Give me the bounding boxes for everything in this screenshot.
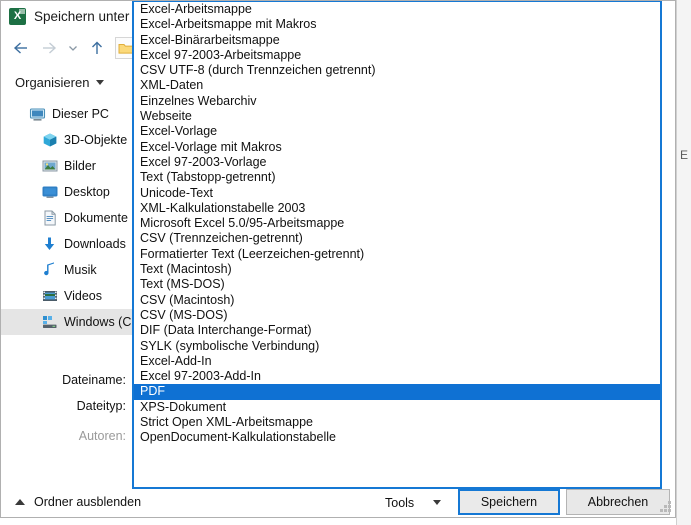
resize-grip[interactable] (659, 501, 672, 514)
filetype-option[interactable]: Excel-Binärarbeitsmappe (134, 33, 660, 48)
chevron-down-icon (433, 500, 441, 505)
filetype-option[interactable]: CSV (Macintosh) (134, 293, 660, 308)
filetype-option[interactable]: OpenDocument-Kalkulationstabelle (134, 430, 660, 445)
organize-label: Organisieren (15, 74, 90, 90)
tools-label: Tools (385, 495, 415, 510)
forward-arrow-icon[interactable] (35, 35, 63, 61)
download-icon (41, 236, 58, 253)
filetype-option[interactable]: Excel-Arbeitsmappe (134, 2, 660, 17)
background-window-sliver: E (676, 0, 691, 525)
document-icon (41, 210, 58, 227)
sidebar-item-label: Musik (64, 262, 97, 277)
filetype-option[interactable]: XML-Daten (134, 78, 660, 93)
filetype-option[interactable]: Einzelnes Webarchiv (134, 94, 660, 109)
filetype-option[interactable]: CSV UTF-8 (durch Trennzeichen getrennt) (134, 63, 660, 78)
sidebar-item-windows-c[interactable]: Windows (C:) (1, 309, 139, 335)
file-form: Dateiname: Dateityp: Autoren: (1, 367, 132, 443)
filetype-option[interactable]: Excel 97-2003-Add-In (134, 369, 660, 384)
desktop-icon (41, 184, 58, 201)
save-button-label: Speichern (480, 495, 538, 509)
music-note-icon (41, 262, 58, 279)
picture-icon (41, 158, 58, 175)
dialog-footer: Ordner ausblenden Tools Speichern Abbrec… (1, 485, 675, 517)
chevron-up-icon (15, 499, 25, 505)
save-button[interactable]: Speichern (458, 489, 560, 515)
organize-button[interactable]: Organisieren (15, 74, 105, 90)
filetype-option-selected[interactable]: PDF (134, 384, 660, 400)
filetype-option[interactable]: Webseite (134, 109, 660, 124)
filetype-option[interactable]: Excel 97-2003-Vorlage (134, 155, 660, 170)
sidebar-item-3d-objekte[interactable]: 3D-Objekte (1, 127, 132, 153)
sidebar-item-label: Downloads (64, 236, 126, 251)
cancel-button[interactable]: Abbrechen (566, 489, 670, 515)
filename-label: Dateiname: (62, 373, 126, 387)
authors-label: Autoren: (78, 429, 126, 443)
filetype-option[interactable]: Text (Macintosh) (134, 262, 660, 277)
chevron-down-icon[interactable] (63, 35, 83, 61)
filetype-label: Dateityp: (76, 399, 126, 413)
filetype-option[interactable]: CSV (MS-DOS) (134, 308, 660, 323)
sidebar-item-label: Desktop (64, 184, 110, 199)
filetype-option[interactable]: Excel-Vorlage (134, 124, 660, 139)
save-as-dialog: Speichern unter (0, 0, 676, 518)
sidebar-item-dokumente[interactable]: Dokumente (1, 205, 132, 231)
sidebar-item-label: Windows (C:) (64, 314, 140, 329)
tools-button[interactable]: Tools (377, 491, 449, 514)
sidebar-item-label: Dokumente (64, 210, 128, 225)
filetype-option[interactable]: Excel-Add-In (134, 354, 660, 369)
monitor-icon (29, 106, 46, 123)
up-arrow-icon[interactable] (83, 35, 111, 61)
sidebar-item-downloads[interactable]: Downloads (1, 231, 132, 257)
background-window-glyph: E (680, 148, 689, 162)
filetype-option[interactable]: CSV (Trennzeichen-getrennt) (134, 231, 660, 246)
filetype-dropdown-list[interactable]: Excel-Arbeitsmappe Excel-Arbeitsmappe mit… (132, 1, 662, 489)
chevron-down-icon (96, 79, 105, 85)
sidebar-item-musik[interactable]: Musik (1, 257, 132, 283)
filetype-option[interactable]: Microsoft Excel 5.0/95-Arbeitsmappe (134, 216, 660, 231)
sidebar-item-label: Videos (64, 288, 102, 303)
filetype-option[interactable]: Strict Open XML-Arbeitsmappe (134, 415, 660, 430)
sidebar-item-bilder[interactable]: Bilder (1, 153, 132, 179)
hide-folders-button[interactable]: Ordner ausblenden (15, 495, 141, 509)
filetype-option[interactable]: XPS-Dokument (134, 400, 660, 415)
video-icon (41, 288, 58, 305)
filetype-option[interactable]: Excel-Vorlage mit Makros (134, 140, 660, 155)
hide-folders-label: Ordner ausblenden (34, 495, 142, 509)
filetype-option[interactable]: SYLK (symbolische Verbindung) (134, 339, 660, 354)
filetype-option[interactable]: Unicode-Text (134, 186, 660, 201)
sidebar-item-dieser-pc[interactable]: Dieser PC (1, 101, 132, 127)
filetype-option[interactable]: Excel 97-2003-Arbeitsmappe (134, 48, 660, 63)
sidebar-item-label: Dieser PC (52, 106, 109, 121)
sidebar-item-desktop[interactable]: Desktop (1, 179, 132, 205)
navigation-tree: Dieser PC 3D-Objekte Bilder Desktop Doku… (1, 101, 139, 361)
sidebar-item-videos[interactable]: Videos (1, 283, 132, 309)
sidebar-item-label: 3D-Objekte (64, 132, 128, 147)
filetype-option[interactable]: Formatierter Text (Leerzeichen-getrennt) (134, 247, 660, 262)
filetype-option[interactable]: Text (MS-DOS) (134, 277, 660, 292)
filetype-option[interactable]: DIF (Data Interchange-Format) (134, 323, 660, 338)
dialog-title: Speichern unter (34, 8, 130, 24)
excel-icon (9, 7, 26, 25)
cube-icon (41, 132, 58, 149)
filetype-option[interactable]: Text (Tabstopp-getrennt) (134, 170, 660, 185)
drive-icon (41, 314, 58, 331)
back-arrow-icon[interactable] (7, 35, 35, 61)
cancel-button-label: Abbrechen (587, 495, 649, 509)
filetype-option[interactable]: XML-Kalkulationstabelle 2003 (134, 201, 660, 216)
filetype-option[interactable]: Excel-Arbeitsmappe mit Makros (134, 17, 660, 32)
sidebar-item-label: Bilder (64, 158, 96, 173)
